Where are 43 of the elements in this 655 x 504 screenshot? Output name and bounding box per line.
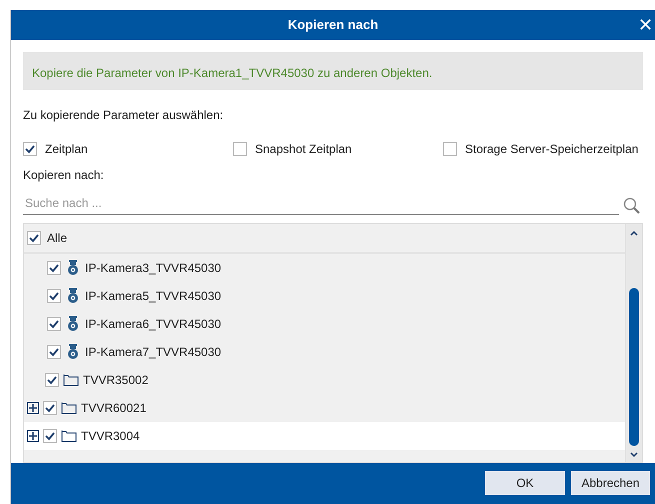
- checkbox[interactable]: [47, 344, 61, 359]
- checkbox[interactable]: [43, 400, 57, 415]
- checkbox[interactable]: [23, 142, 37, 156]
- search-icon[interactable]: [623, 196, 641, 215]
- camera-icon: [67, 316, 79, 332]
- scroll-thumb[interactable]: [629, 288, 639, 446]
- tree-row[interactable]: IP-Kamera6_TVVR45030: [24, 310, 625, 338]
- window-title: Kopieren nach: [288, 16, 378, 34]
- folder-icon: [61, 429, 77, 442]
- checkbox[interactable]: [27, 230, 41, 245]
- tree-row[interactable]: TVVR35002: [24, 366, 625, 394]
- close-button[interactable]: ✕: [636, 14, 655, 36]
- tree-row[interactable]: IP-Kamera5_TVVR45030: [24, 282, 625, 310]
- tree-row[interactable]: IP-Kamera7_TVVR45030: [24, 338, 625, 366]
- camera-icon: [67, 260, 79, 276]
- checkbox-label: Snapshot Zeitplan: [255, 140, 352, 158]
- ok-button[interactable]: OK: [485, 471, 565, 496]
- camera-icon: [67, 344, 79, 360]
- folder-icon: [61, 401, 77, 414]
- section-label: Zu kopierende Parameter auswählen:: [23, 106, 224, 124]
- section-label: Kopieren nach:: [23, 166, 105, 184]
- tree-label: Alle: [47, 230, 68, 247]
- checkbox[interactable]: [47, 316, 61, 331]
- cancel-button[interactable]: Abbrechen: [571, 471, 650, 496]
- checkbox[interactable]: [43, 428, 57, 443]
- tree-row[interactable]: TVVR60021: [24, 394, 625, 422]
- scroll-down-icon[interactable]: [629, 450, 639, 460]
- info-banner: Kopiere die Parameter von IP-Kamera1_TVVR45030 zu anderen Objekten.: [23, 52, 643, 90]
- camera-icon: [67, 288, 79, 304]
- checkbox[interactable]: [45, 372, 59, 387]
- folder-icon: [63, 373, 79, 386]
- tree-row[interactable]: IP-Kamera3_TVVR45030: [24, 254, 625, 282]
- checkbox[interactable]: [47, 260, 61, 275]
- checkbox-label: Storage Server-Speicherzeitplan: [465, 140, 638, 158]
- checkbox-label: Zeitplan: [45, 140, 88, 158]
- tree-row[interactable]: TVVR3004: [24, 422, 625, 450]
- scrollbar[interactable]: [625, 224, 642, 462]
- expand-icon[interactable]: [27, 430, 39, 442]
- search-field[interactable]: Suche nach ...: [23, 192, 619, 215]
- checkbox[interactable]: [47, 288, 61, 303]
- checkbox[interactable]: [443, 142, 457, 156]
- expand-icon[interactable]: [27, 402, 39, 414]
- checkbox[interactable]: [233, 142, 247, 156]
